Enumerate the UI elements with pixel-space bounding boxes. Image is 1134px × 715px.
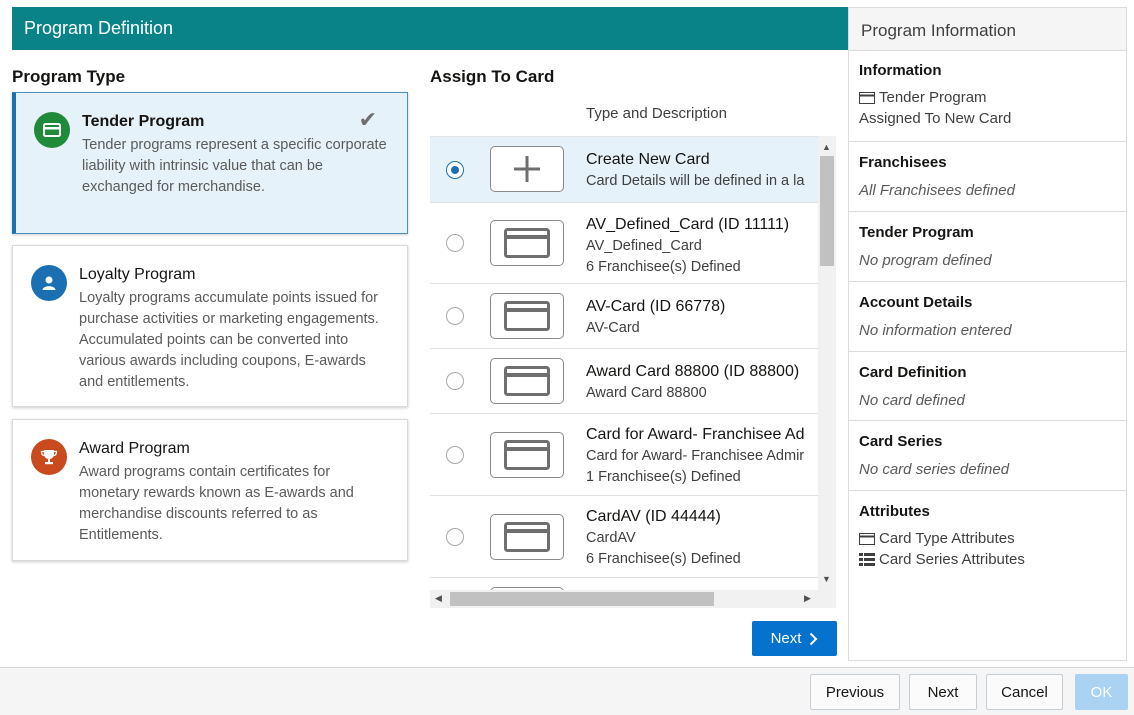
- card-row-create-new[interactable]: Create New Card Card Details will be def…: [430, 137, 818, 203]
- program-type-tender[interactable]: Tender Program Tender programs represent…: [12, 92, 408, 234]
- card-row-line: Card for Award- Franchisee Admir: [586, 448, 805, 464]
- card-radio[interactable]: [446, 307, 464, 325]
- info-section-card-definition: Card Definition No card defined: [849, 352, 1126, 421]
- card-icon: [490, 358, 564, 404]
- info-line: Assigned To New Card: [859, 110, 1012, 127]
- info-section-tender-program: Tender Program No program defined: [849, 212, 1126, 282]
- info-section-title: Card Series: [859, 433, 943, 450]
- card-icon: [490, 293, 564, 339]
- info-section-franchisees: Franchisees All Franchisees defined: [849, 142, 1126, 212]
- info-section-title: Tender Program: [859, 224, 974, 241]
- card-row-line: 6 Franchisee(s) Defined: [586, 551, 741, 567]
- program-definition-header: Program Definition: [12, 7, 848, 50]
- scroll-right-arrow-icon[interactable]: ▶: [804, 593, 811, 604]
- card-row[interactable]: AV-Card (ID 66778) AV-Card: [430, 284, 818, 349]
- card-icon: [490, 432, 564, 478]
- card-row-line: 6 Franchisee(s) Defined: [586, 259, 741, 275]
- card-row[interactable]: Award Card 88800 (ID 88800) Award Card 8…: [430, 349, 818, 414]
- list-icon: [859, 552, 875, 566]
- card-radio[interactable]: [446, 161, 464, 179]
- program-type-description: Award programs contain certificates for …: [79, 464, 354, 543]
- info-line: Card Type Attributes: [879, 530, 1015, 547]
- info-line: No information entered: [859, 322, 1012, 339]
- card-icon: [490, 514, 564, 560]
- card-radio[interactable]: [446, 446, 464, 464]
- info-section-information: Information Tender Program Assigned To N…: [849, 52, 1126, 142]
- chevron-right-icon: [810, 632, 818, 645]
- card-radio[interactable]: [446, 372, 464, 390]
- card-icon: [859, 532, 875, 545]
- card-row-line: AV-Card: [586, 320, 640, 336]
- program-type-award[interactable]: Award Program Award programs contain cer…: [12, 419, 408, 561]
- info-section-attributes: Attributes Card Type Attributes Card Ser…: [849, 491, 1126, 581]
- info-section-title: Information: [859, 62, 942, 79]
- card-row[interactable]: CardAV (ID 44444) CardAV 6 Franchisee(s)…: [430, 496, 818, 578]
- scroll-down-arrow-icon[interactable]: ▼: [822, 574, 831, 584]
- card-row-title: Award Card 88800 (ID 88800): [586, 363, 800, 380]
- info-line: No card defined: [859, 392, 965, 409]
- type-description-column-header: Type and Description: [586, 105, 727, 122]
- card-row[interactable]: AV_Defined_Card (ID 11111) AV_Defined_Ca…: [430, 203, 818, 284]
- card-row-line: 1 Franchisee(s) Defined: [586, 469, 741, 485]
- program-type-title: Award Program: [79, 440, 190, 457]
- scroll-left-arrow-icon[interactable]: ◀: [435, 593, 442, 604]
- card-row[interactable]: [430, 578, 818, 590]
- vertical-scroll-thumb[interactable]: [820, 156, 834, 266]
- cancel-button[interactable]: Cancel: [986, 674, 1063, 710]
- program-type-description: Loyalty programs accumulate points issue…: [79, 290, 379, 390]
- card-row-line: Award Card 88800: [586, 385, 707, 401]
- info-line: Card Series Attributes: [879, 551, 1025, 568]
- program-information-panel: Program Information Information Tender P…: [848, 7, 1127, 661]
- horizontal-scroll-thumb[interactable]: [450, 592, 714, 606]
- info-section-title: Franchisees: [859, 154, 947, 171]
- horizontal-scrollbar[interactable]: ◀ ▶: [430, 590, 836, 608]
- card-row-line: AV_Defined_Card: [586, 238, 702, 254]
- page-title: Program Definition: [24, 18, 174, 38]
- info-line: All Franchisees defined: [859, 182, 1015, 199]
- program-type-description: Tender programs represent a specific cor…: [82, 137, 387, 195]
- card-radio[interactable]: [446, 528, 464, 546]
- trophy-icon: [31, 439, 67, 475]
- vertical-scrollbar[interactable]: ▲ ▼: [818, 136, 836, 590]
- plus-icon: [490, 146, 564, 192]
- card-icon: [859, 91, 875, 104]
- card-row[interactable]: Card for Award- Franchisee Ad Card for A…: [430, 414, 818, 496]
- info-section-card-series: Card Series No card series defined: [849, 421, 1126, 491]
- info-section-title: Account Details: [859, 294, 973, 311]
- info-line: No card series defined: [859, 461, 1010, 478]
- scroll-up-arrow-icon[interactable]: ▲: [822, 142, 831, 152]
- card-icon: [490, 220, 564, 266]
- info-section-account-details: Account Details No information entered: [849, 282, 1126, 352]
- card-icon: [34, 112, 70, 148]
- checkmark-icon: ✔: [358, 107, 377, 132]
- card-row-line: Card Details will be defined in a la: [586, 173, 805, 189]
- card-row-title: AV-Card (ID 66778): [586, 298, 726, 315]
- program-type-title: Tender Program: [82, 113, 205, 130]
- next-step-label: Next: [770, 630, 802, 647]
- program-type-loyalty[interactable]: Loyalty Program Loyalty programs accumul…: [12, 245, 408, 407]
- program-type-title: Loyalty Program: [79, 266, 196, 283]
- card-row-title: AV_Defined_Card (ID 11111): [586, 216, 790, 233]
- program-information-title: Program Information: [849, 8, 1126, 51]
- card-series-attributes-link[interactable]: Card Series Attributes: [859, 549, 1126, 570]
- ok-button[interactable]: OK: [1075, 674, 1128, 710]
- card-type-attributes-link[interactable]: Card Type Attributes: [859, 528, 1126, 549]
- info-section-title: Card Definition: [859, 364, 967, 381]
- person-icon: [31, 265, 67, 301]
- card-row-line: CardAV: [586, 530, 636, 546]
- next-button[interactable]: Next: [909, 674, 977, 710]
- info-line: No program defined: [859, 252, 992, 269]
- next-step-button[interactable]: Next: [752, 621, 837, 656]
- assign-to-card-heading: Assign To Card: [430, 67, 555, 86]
- card-radio[interactable]: [446, 234, 464, 252]
- info-line: Tender Program: [879, 89, 987, 106]
- card-row-title: Create New Card: [586, 151, 710, 168]
- card-row-title: CardAV (ID 44444): [586, 508, 721, 525]
- card-row-title: Card for Award- Franchisee Ad: [586, 426, 805, 443]
- previous-button[interactable]: Previous: [810, 674, 900, 710]
- program-type-heading: Program Type: [12, 67, 126, 86]
- info-section-title: Attributes: [859, 503, 930, 520]
- card-list: Create New Card Card Details will be def…: [430, 136, 818, 590]
